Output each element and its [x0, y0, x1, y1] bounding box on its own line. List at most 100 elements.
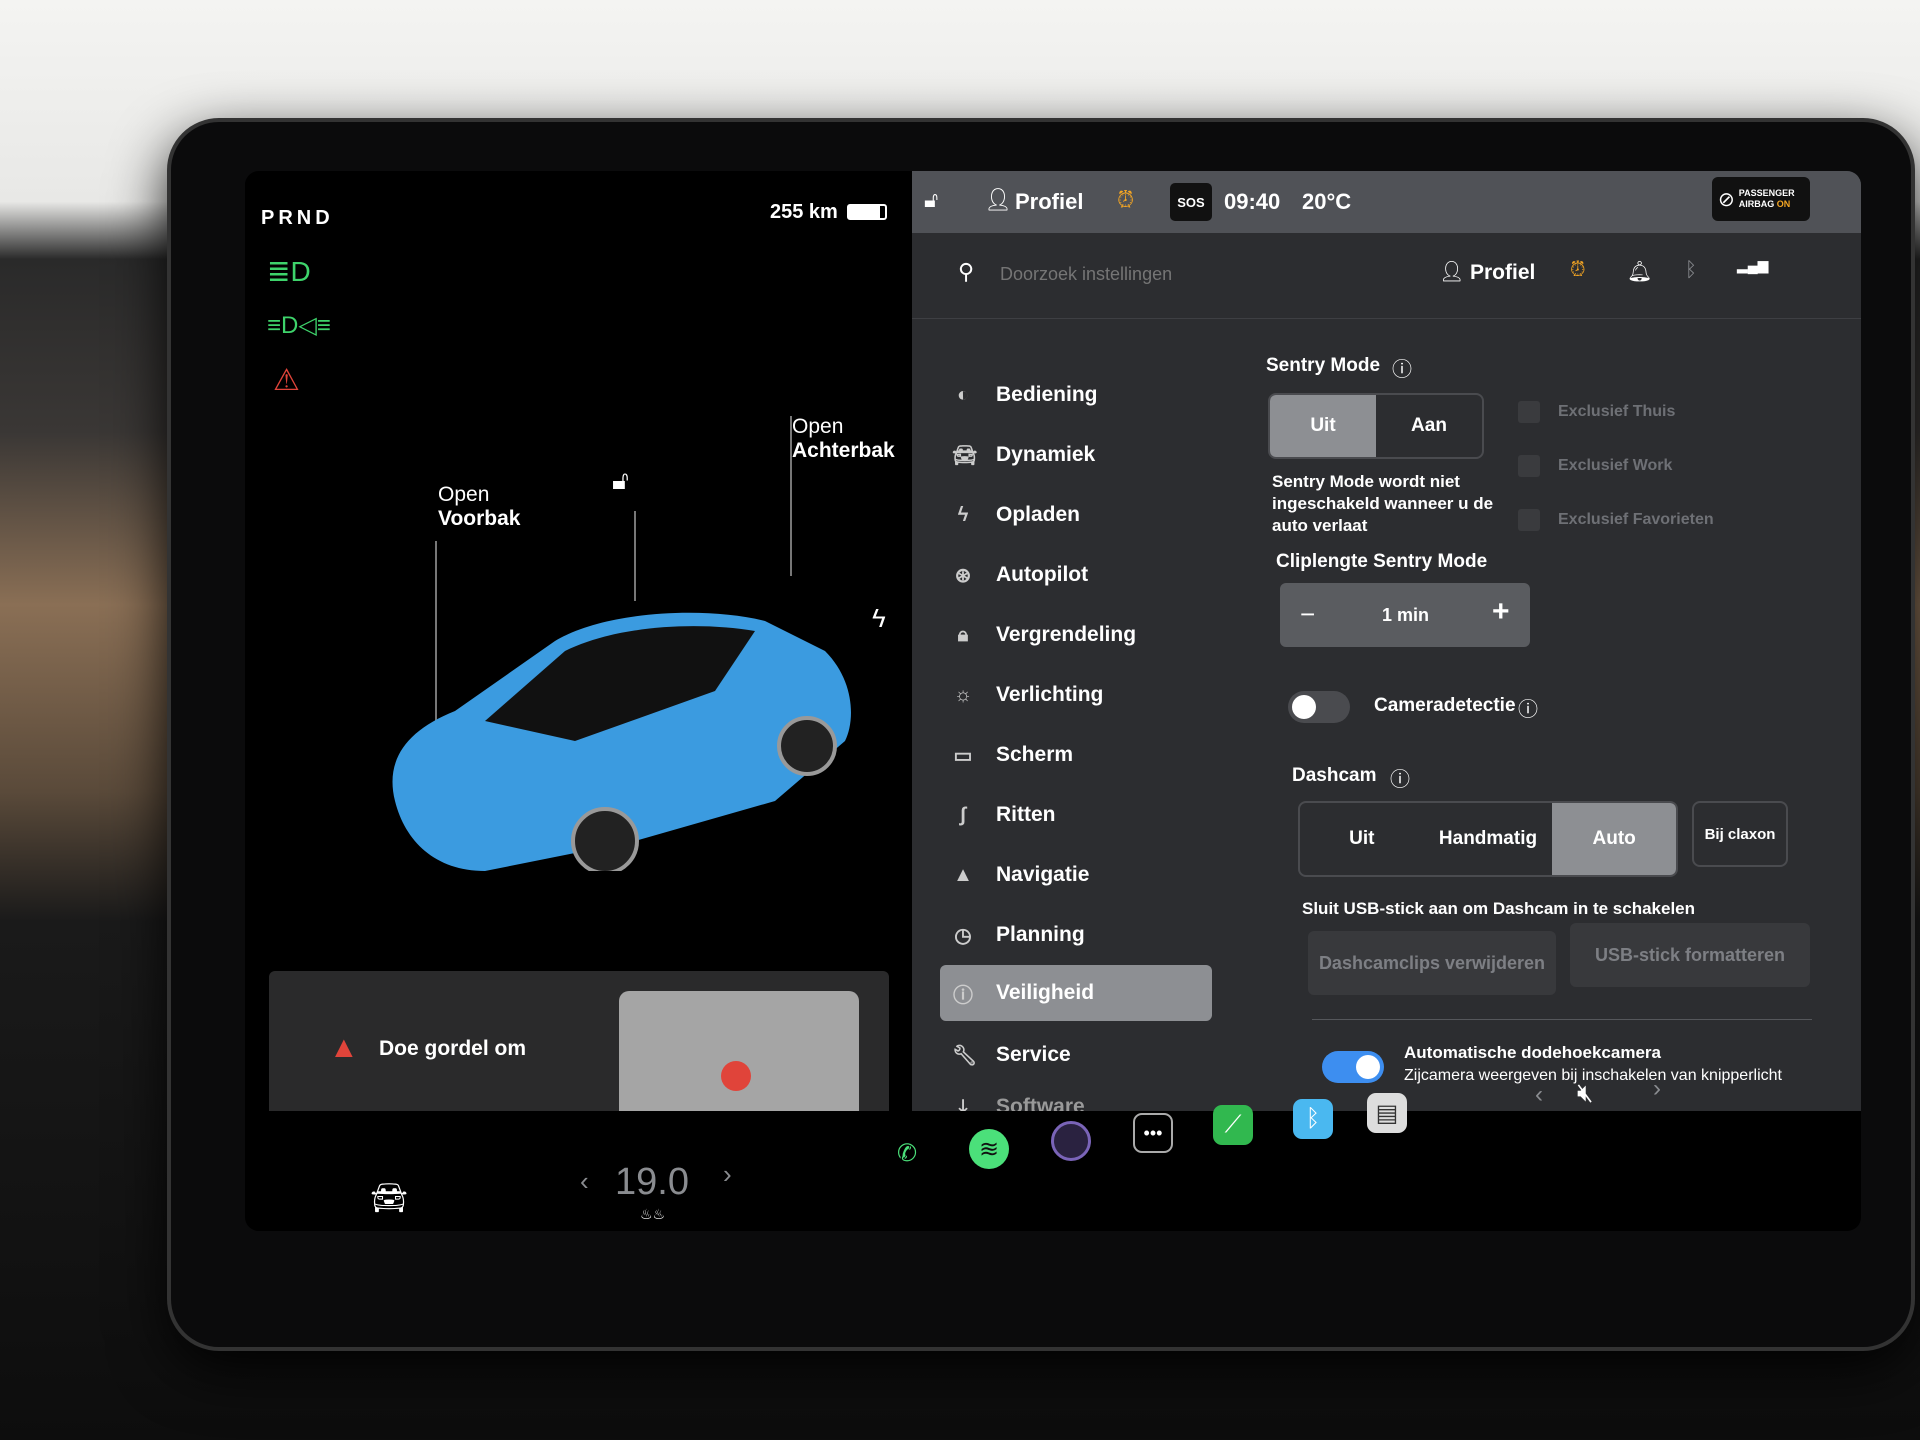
dashcam-auto-option[interactable]: Auto [1552, 803, 1676, 875]
menu-label: Navigatie [996, 863, 1090, 886]
seatbelt-warning-icon: ⚠ [273, 364, 300, 397]
blindspot-camera-toggle[interactable] [1322, 1051, 1384, 1083]
checkbox [1518, 401, 1540, 423]
phone-app-icon[interactable]: ✆ [887, 1133, 927, 1173]
clip-decrease-button[interactable]: − [1300, 599, 1315, 630]
spotify-app-icon[interactable]: ≋ [969, 1129, 1009, 1169]
menu-item-bediening[interactable]: ◐ Bediening [952, 367, 1098, 423]
trunk-open-link[interactable]: Open Achterbak [792, 415, 895, 463]
lock-icon: 🔒︎ [957, 623, 969, 646]
profile-button[interactable]: Profiel [1015, 189, 1083, 215]
security-settings: Sentry Mode ⓘ Uit Aan Sentry Mode wordt … [1252, 319, 1852, 1111]
car-model-image [392, 612, 851, 871]
delete-dashcam-clips-button[interactable]: Dashcamclips verwijderen [1308, 931, 1556, 995]
sos-button[interactable]: SOS [1170, 183, 1212, 221]
exclude-home-checkbox[interactable]: Exclusief Thuis [1518, 401, 1675, 423]
menu-item-dynamiek[interactable]: 🚘︎ Dynamiek [952, 427, 1095, 483]
airbag-indicator: ⊘ PASSENGER AIRBAG ON [1712, 177, 1810, 221]
sentry-info-icon[interactable]: ⓘ [1392, 353, 1412, 382]
alarm-icon[interactable]: ⏰︎ [1117, 187, 1134, 213]
toggle-knob [1292, 695, 1316, 719]
checkbox [1518, 455, 1540, 477]
dashcam-off-option[interactable]: Uit [1300, 803, 1424, 875]
car-controls-icon[interactable]: 🚘︎ [370, 1181, 408, 1216]
menu-label: Verlichting [996, 683, 1104, 706]
menu-item-verlichting[interactable]: ☼ Verlichting [952, 667, 1104, 723]
menu-label: Vergrendeling [996, 623, 1137, 646]
car-panel: PRND 255 km ≣D ≡D◁≡ ⚠ Open Voorbak Open Ac… [245, 171, 912, 1141]
menu-item-planning[interactable]: ◷ Planning [952, 907, 1084, 963]
navigation-icon: ▲ [953, 863, 973, 886]
checkbox-label: Exclusief Work [1558, 457, 1673, 474]
temp-increase-button[interactable]: › [723, 1159, 732, 1190]
checkbox-label: Exclusief Favorieten [1558, 511, 1714, 528]
menu-label: Autopilot [996, 563, 1089, 586]
alarm-icon[interactable]: ⏰︎ [1570, 259, 1586, 282]
dashcam-horn-label: Bij claxon [1704, 825, 1776, 843]
sentry-title: Sentry Mode [1266, 355, 1381, 376]
trips-icon: ∫ [960, 803, 966, 826]
seat-heater-icon[interactable]: ♨♨ [640, 1206, 665, 1223]
menu-item-service[interactable]: 🔧︎ Service [952, 1027, 1071, 1083]
exclude-work-checkbox[interactable]: Exclusief Work [1518, 455, 1672, 477]
search-input[interactable] [1000, 257, 1400, 291]
toggle-knob [1356, 1055, 1380, 1079]
dashcam-manual-option[interactable]: Handmatig [1424, 803, 1553, 875]
media-next-button[interactable]: › [1653, 1075, 1661, 1103]
menu-label: Opladen [996, 503, 1081, 526]
clip-increase-button[interactable]: + [1492, 595, 1510, 629]
menu-item-vergrendeling[interactable]: 🔒︎ Vergrendeling [952, 607, 1136, 663]
frunk-open-link[interactable]: Open Voorbak [438, 483, 520, 531]
camera-detection-info-icon[interactable]: ⓘ [1518, 693, 1538, 722]
sun-icon: ☼ [953, 683, 973, 706]
menu-label: Scherm [996, 743, 1074, 766]
seat-warning-icon [721, 1061, 751, 1091]
notes-app-icon[interactable]: ▤ [1367, 1093, 1407, 1133]
sentry-on-option[interactable]: Aan [1376, 395, 1482, 457]
media-prev-button[interactable]: ‹ [1535, 1081, 1543, 1109]
lock-status-icon[interactable]: 🔓︎ [924, 187, 938, 213]
menu-label: Service [996, 1043, 1071, 1066]
cabin-temperature[interactable]: 19.0 [615, 1161, 689, 1204]
menu-item-scherm[interactable]: ▭ Scherm [952, 727, 1074, 783]
notification-bell-icon[interactable]: 🔔︎ [1627, 259, 1652, 284]
divider [1312, 1019, 1812, 1020]
sentry-mode-selector: Uit Aan [1268, 393, 1484, 459]
bluetooth-app-icon[interactable]: ᛒ [1293, 1099, 1333, 1139]
frunk-name: Voorbak [438, 507, 521, 530]
wrench-icon: 🔧︎ [952, 1044, 978, 1067]
camera-detection-toggle[interactable] [1288, 691, 1350, 723]
battery-icon [847, 204, 887, 220]
profile-button[interactable]: Profiel [1470, 261, 1535, 285]
bluetooth-icon[interactable]: ᛒ [1685, 259, 1697, 282]
more-apps-icon[interactable]: ••• [1133, 1113, 1173, 1153]
dashcam-horn-option[interactable]: Bij claxon [1692, 801, 1788, 867]
menu-item-veiligheid[interactable]: ⓘ Veiligheid [940, 965, 1212, 1021]
menu-item-autopilot[interactable]: ⊛ Autopilot [952, 547, 1089, 603]
energy-app-icon[interactable]: ⟋ [1213, 1105, 1253, 1145]
sentry-off-option[interactable]: Uit [1270, 395, 1376, 457]
clock-icon: ◷ [954, 924, 972, 947]
dashcam-info-icon[interactable]: ⓘ [1390, 763, 1410, 792]
search-icon: ⚲ [958, 259, 975, 284]
toggle-icon: ◐ [956, 383, 970, 406]
steering-wheel-icon: ⊛ [954, 564, 972, 587]
trunk-name: Achterbak [792, 439, 895, 462]
temp-decrease-button[interactable]: ‹ [580, 1166, 589, 1197]
clip-length-title: Cliplengte Sentry Mode [1276, 551, 1488, 572]
unlock-icon[interactable]: 🔓︎ [612, 465, 629, 497]
menu-item-navigatie[interactable]: ▲ Navigatie [952, 847, 1089, 903]
exclude-favorites-checkbox[interactable]: Exclusief Favorieten [1518, 509, 1714, 531]
camera-app-icon[interactable] [1051, 1121, 1091, 1161]
volume-mute-icon[interactable]: 🔇︎ [1577, 1077, 1593, 1109]
outside-temperature: 20°C [1302, 189, 1352, 214]
bolt-icon: ϟ [957, 503, 969, 526]
gear-indicator: PRND [261, 207, 334, 229]
checkbox [1518, 509, 1540, 531]
menu-item-opladen[interactable]: ϟ Opladen [952, 487, 1080, 543]
format-usb-button[interactable]: USB-stick formatteren [1570, 923, 1810, 987]
sentry-note: Sentry Mode wordt niet ingeschakeld wann… [1272, 472, 1494, 535]
touchscreen: PRND 255 km ≣D ≡D◁≡ ⚠ Open Voorbak Open Ac… [245, 171, 1861, 1231]
settings-panel: 🔓︎ 👤︎ Profiel ⏰︎ SOS 09:40 20°C ⊘ PASSEN… [912, 171, 1861, 1118]
menu-item-ritten[interactable]: ∫ Ritten [952, 787, 1055, 843]
